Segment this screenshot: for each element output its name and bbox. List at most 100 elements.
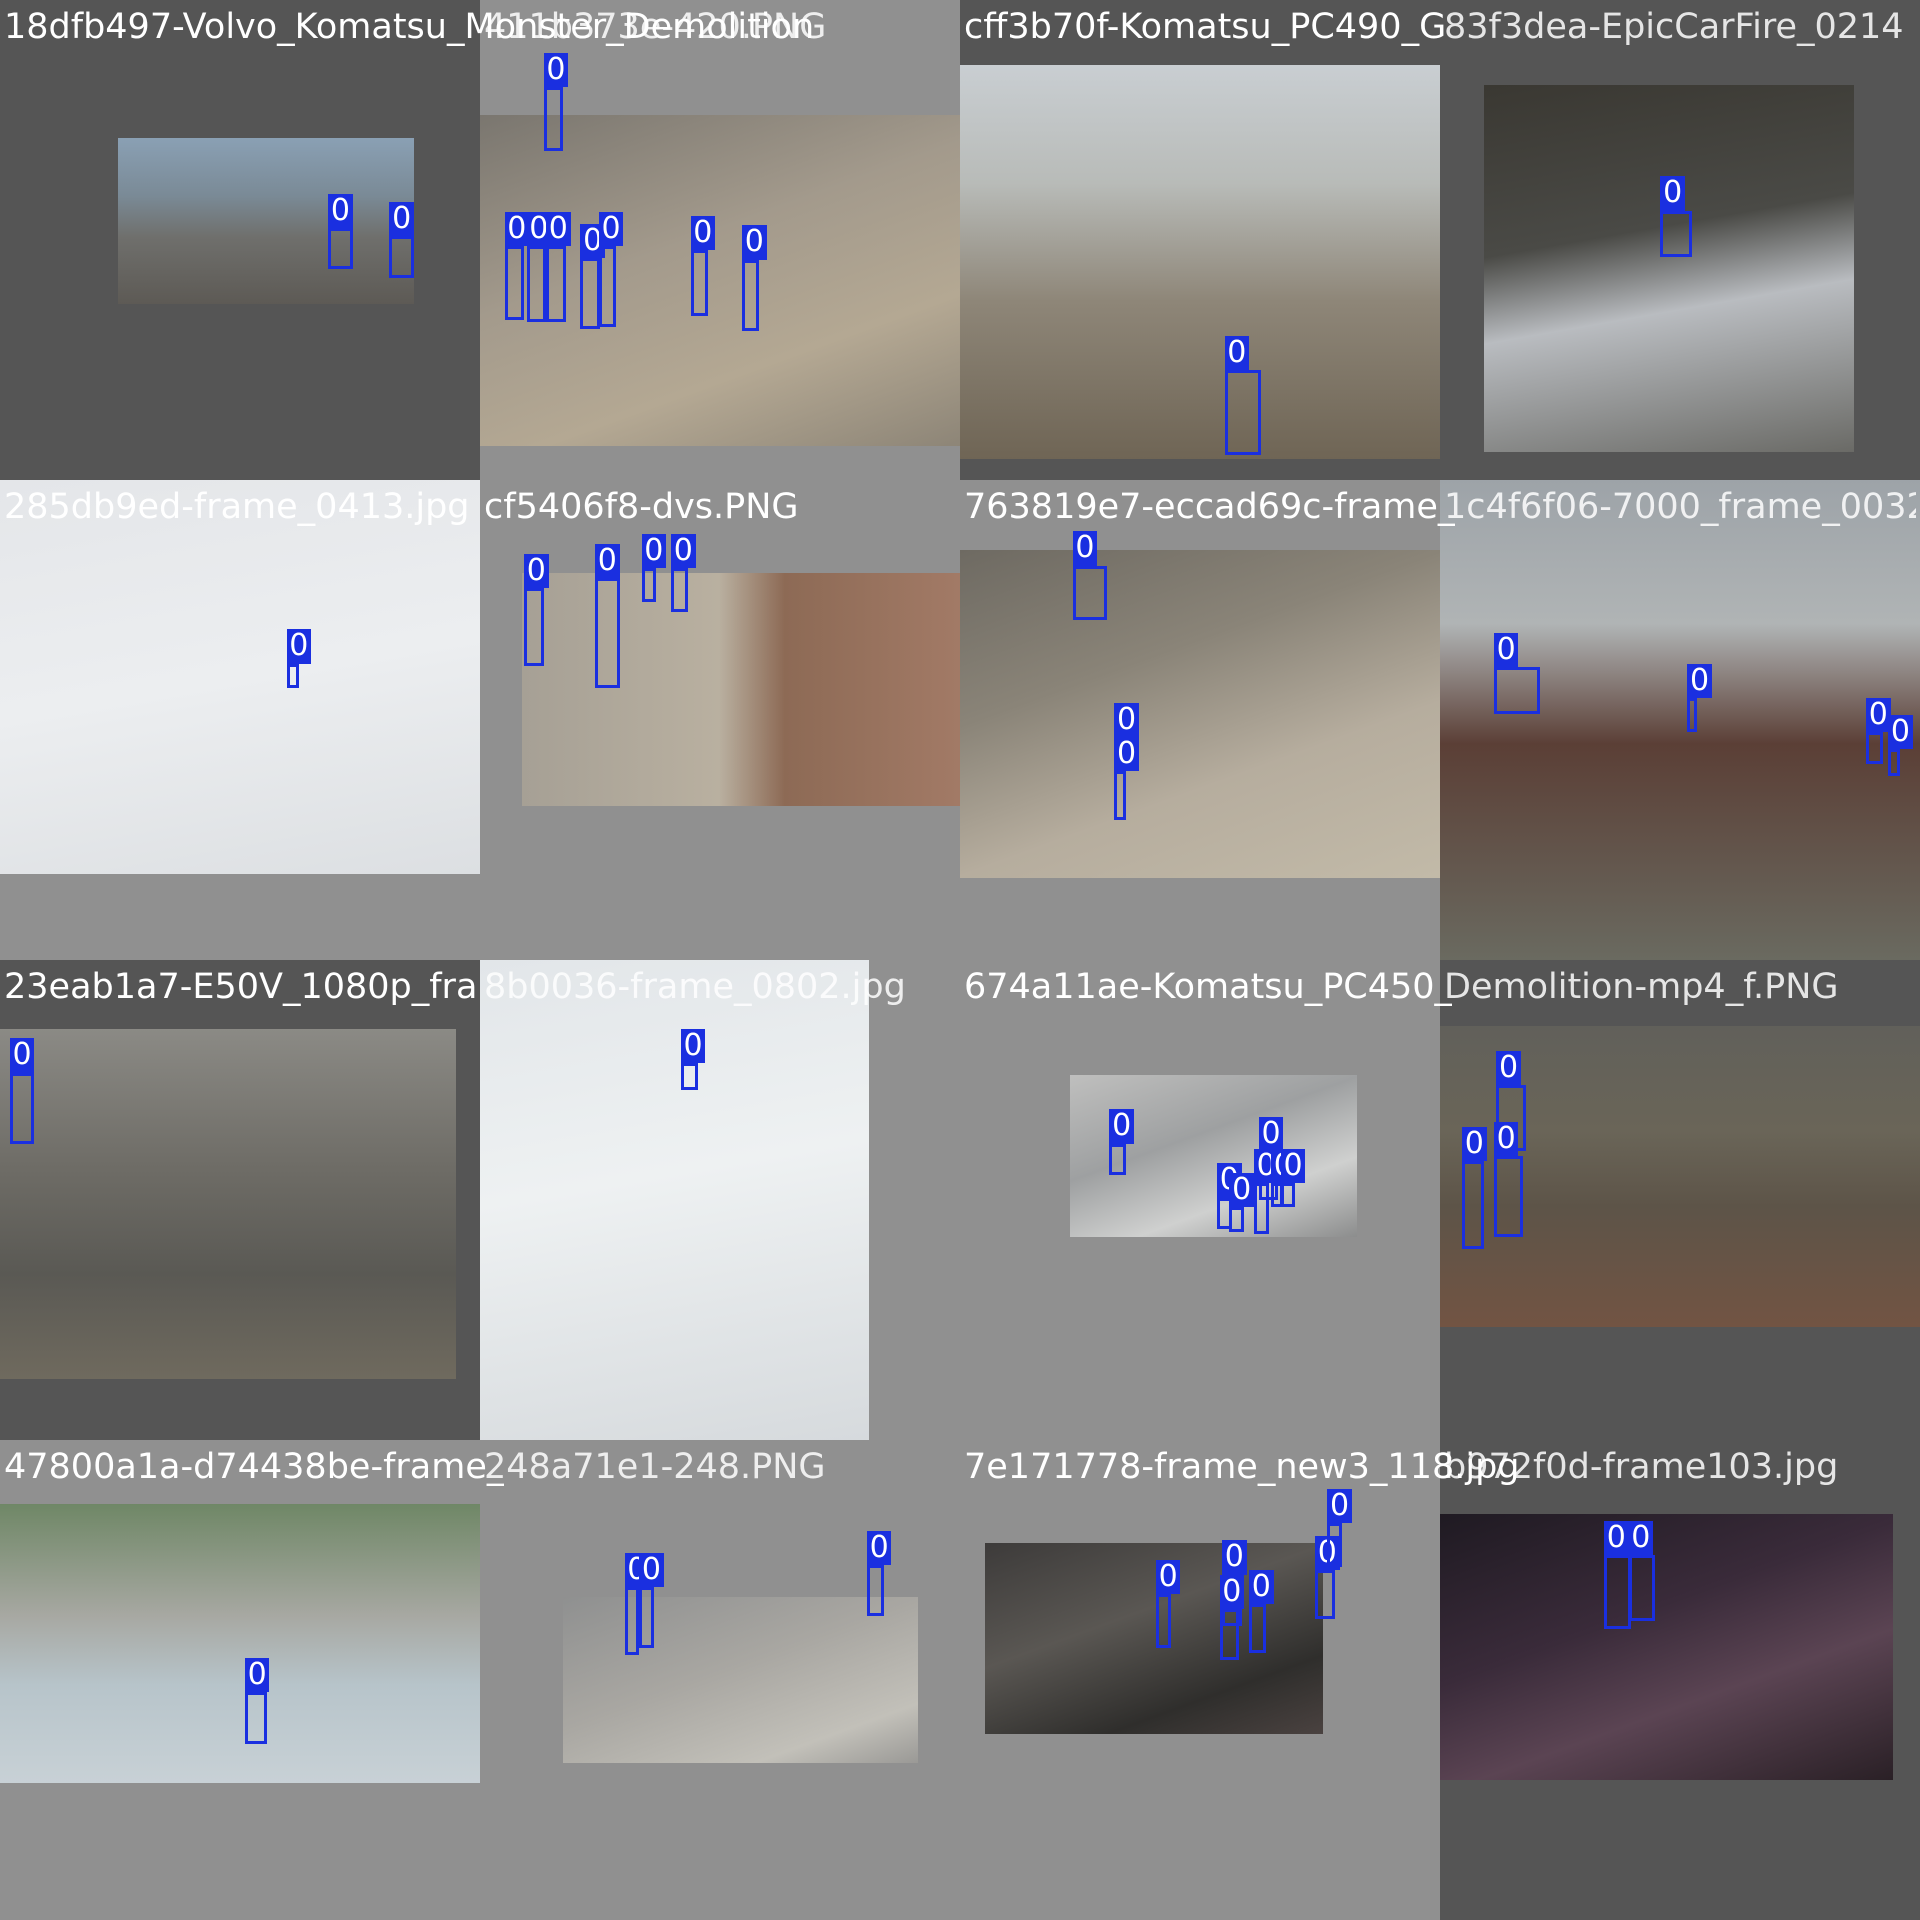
- detection-class-label: 0: [1493, 632, 1519, 668]
- drone-photo: [117, 138, 414, 304]
- detection-class-label: 0: [680, 1028, 706, 1063]
- drone-photo: [480, 960, 870, 1440]
- mosaic-tile: 0: [0, 960, 480, 1440]
- detection-box: [1072, 565, 1107, 620]
- detection-box: [1229, 1207, 1245, 1232]
- detection-class-label: 0: [1628, 1520, 1654, 1556]
- detection-box: [389, 236, 414, 278]
- detection-box: [595, 578, 620, 689]
- detection-class-label: 0: [1462, 1126, 1487, 1161]
- detection-box: [1224, 369, 1262, 456]
- detection-class-label: 0: [9, 1038, 35, 1073]
- detection-class-label: 0: [598, 211, 624, 247]
- mosaic-tile: 0: [0, 480, 480, 960]
- detection-box: [328, 227, 353, 270]
- detection-class-label: 0: [1229, 1172, 1254, 1208]
- detection-box: [1493, 667, 1541, 714]
- detection-box: [286, 663, 299, 689]
- detection-box: [1888, 749, 1901, 777]
- detection-class-label: 0: [742, 225, 767, 260]
- detection-box: [1687, 698, 1698, 733]
- detection-class-label: 0: [1327, 1488, 1352, 1524]
- drone-photo: [0, 480, 480, 875]
- detection-class-label: 0: [389, 201, 414, 237]
- mosaic-tile: 0: [0, 1440, 480, 1920]
- detection-class-label: 0: [595, 543, 620, 578]
- detection-class-label: 0: [1493, 1121, 1519, 1156]
- detection-box: [1253, 1182, 1269, 1235]
- detection-box: [1462, 1160, 1484, 1249]
- detection-class-label: 0: [690, 215, 716, 250]
- detection-class-label: 0: [543, 52, 569, 87]
- mosaic-tile: 0: [480, 960, 960, 1440]
- mosaic-tile: 00: [0, 0, 480, 480]
- detection-class-label: 0: [1604, 1520, 1629, 1556]
- detection-box: [1114, 771, 1127, 821]
- detection-class-label: 0: [1258, 1116, 1284, 1151]
- drone-photo: [1484, 84, 1854, 452]
- detection-box: [1155, 1594, 1171, 1649]
- detection-class-label: 0: [1114, 702, 1139, 738]
- detection-box: [546, 246, 566, 322]
- detection-box: [639, 1586, 654, 1649]
- detection-box: [1280, 1182, 1296, 1208]
- detection-class-label: 0: [1155, 1559, 1181, 1595]
- detection-class-label: 0: [1072, 531, 1098, 566]
- detection-box: [244, 1692, 267, 1744]
- detection-box: [1660, 210, 1693, 258]
- detection-class-label: 0: [1219, 1574, 1245, 1609]
- detection-class-label: 0: [1249, 1569, 1274, 1605]
- detection-box: [598, 246, 616, 327]
- detection-class-label: 0: [1888, 714, 1913, 750]
- detection-box: [1628, 1555, 1656, 1622]
- detection-box: [690, 249, 708, 316]
- mosaic-tile: 000: [1440, 960, 1920, 1440]
- drone-photo: [1440, 1513, 1894, 1781]
- drone-photo: [563, 1596, 919, 1764]
- mosaic-tile: 0: [960, 0, 1440, 480]
- drone-photo: [0, 1503, 480, 1783]
- detection-box: [680, 1062, 698, 1090]
- detection-class-label: 0: [1114, 736, 1139, 772]
- detection-box: [671, 568, 689, 613]
- detection-class-label: 0: [546, 211, 571, 247]
- detection-class-label: 0: [1109, 1109, 1134, 1144]
- mosaic-tile: 0000000: [960, 960, 1440, 1440]
- detection-box: [1109, 1143, 1127, 1176]
- detection-class-label: 0: [1224, 335, 1249, 370]
- detection-class-label: 0: [671, 533, 696, 569]
- detection-box: [1315, 1569, 1335, 1619]
- detection-class-label: 0: [1687, 663, 1712, 698]
- detection-class-label: 0: [286, 629, 311, 664]
- detection-class-label: 0: [1280, 1148, 1306, 1183]
- detection-box: [543, 86, 564, 151]
- detection-class-label: 0: [641, 533, 667, 569]
- mosaic-grid: 0000000000000000000000000000000000000000…: [0, 0, 1920, 1920]
- detection-box: [641, 568, 657, 603]
- detection-box: [1866, 732, 1884, 764]
- mosaic-tile: 0000: [480, 480, 960, 960]
- drone-photo: [0, 1028, 456, 1379]
- detection-class-label: 0: [639, 1552, 664, 1587]
- detection-box: [526, 246, 547, 322]
- mosaic-tile: 00: [1440, 1440, 1920, 1920]
- detection-class-label: 0: [866, 1530, 892, 1565]
- detection-box: [624, 1586, 640, 1656]
- detection-class-label: 0: [1222, 1540, 1247, 1575]
- detection-class-label: 0: [1866, 697, 1891, 733]
- detection-class-label: 0: [1496, 1050, 1521, 1085]
- detection-class-label: 0: [328, 193, 353, 228]
- detection-class-label: 0: [504, 211, 529, 247]
- detection-box: [742, 259, 760, 331]
- detection-box: [580, 258, 600, 330]
- detection-box: [504, 246, 525, 320]
- mosaic-tile: 0: [1440, 0, 1920, 480]
- detection-box: [1493, 1155, 1524, 1237]
- mosaic-tile: 000: [960, 480, 1440, 960]
- mosaic-tile: 000000: [960, 1440, 1440, 1920]
- detection-box: [1327, 1523, 1342, 1568]
- detection-box: [866, 1564, 884, 1617]
- detection-box: [524, 587, 544, 667]
- detection-box: [9, 1072, 35, 1144]
- mosaic-tile: 0000: [1440, 480, 1920, 960]
